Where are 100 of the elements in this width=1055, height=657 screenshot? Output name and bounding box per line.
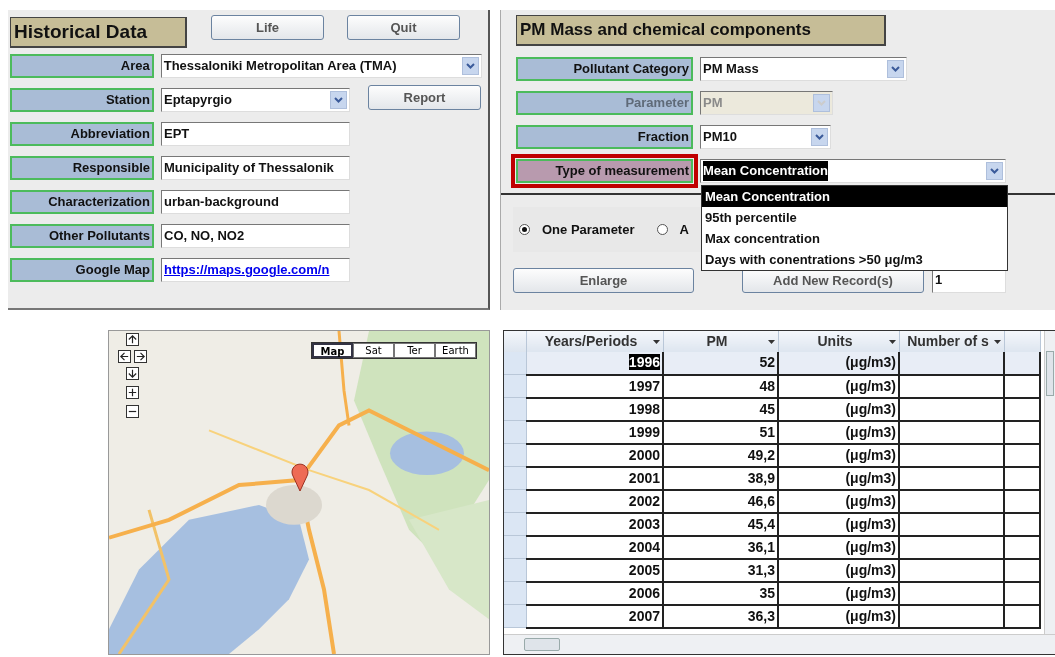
table-cell: 2004: [526, 535, 663, 559]
header-label: Units: [816, 332, 854, 351]
map-type-button[interactable]: Map: [312, 343, 353, 358]
table-cell: 36,1: [663, 535, 778, 559]
form-title: PM Mass and chemical components: [516, 15, 886, 46]
column-header[interactable]: Number of s: [899, 331, 1004, 352]
field-label: Area: [10, 54, 154, 78]
enlarge-button[interactable]: Enlarge: [513, 268, 694, 293]
text-field[interactable]: urban-background: [161, 190, 350, 214]
zoom-out-icon[interactable]: [126, 405, 139, 418]
select-all-corner[interactable]: [504, 331, 526, 352]
table-cell: (μg/m3): [778, 466, 899, 490]
dropdown-button[interactable]: [462, 57, 479, 75]
dropdown-button[interactable]: [330, 91, 347, 109]
map-pin-icon: [291, 462, 309, 492]
text-field[interactable]: CO, NO, NO2: [161, 224, 350, 248]
arrow-down-icon[interactable]: [126, 367, 139, 380]
table-cell: 1997: [526, 374, 663, 398]
field-label: Characterization: [10, 190, 154, 214]
zoom-in-icon[interactable]: [126, 386, 139, 399]
field-label: Abbreviation: [10, 122, 154, 146]
row-selector[interactable]: [504, 443, 526, 467]
dropdown-field[interactable]: PM Mass: [700, 57, 907, 81]
sort-arrow-icon[interactable]: [767, 339, 775, 344]
header-label: Years/Periods: [543, 332, 639, 351]
table-cell: (μg/m3): [778, 374, 899, 398]
column-header[interactable]: PM: [663, 331, 778, 352]
dropdown-option[interactable]: Max concentration: [702, 228, 1007, 249]
column-header[interactable]: Years/Periods: [526, 331, 663, 352]
sort-arrow-icon[interactable]: [993, 339, 1001, 344]
report-button[interactable]: Report: [368, 85, 481, 110]
map-type-button[interactable]: Ter: [394, 343, 435, 358]
dropdown-button[interactable]: [811, 128, 828, 146]
table-cell: (μg/m3): [778, 535, 899, 559]
text-field[interactable]: EPT: [161, 122, 350, 146]
row-selector[interactable]: [504, 397, 526, 421]
table-cell: 31,3: [663, 558, 778, 582]
header-label: PM: [705, 332, 729, 351]
row-selector[interactable]: [504, 420, 526, 444]
horizontal-scrollbar[interactable]: [504, 634, 1055, 654]
row-selector[interactable]: [504, 489, 526, 513]
table-cell: 2007: [526, 604, 663, 628]
sort-arrow-icon[interactable]: [888, 339, 896, 344]
dropdown-option[interactable]: Days with conentrations >50 μg/m3: [702, 249, 1007, 270]
dropdown-button[interactable]: [986, 162, 1003, 180]
table-cell: 35: [663, 581, 778, 605]
map-type-button[interactable]: Sat: [353, 343, 394, 358]
sort-arrow-icon[interactable]: [652, 339, 660, 344]
field-label: Station: [10, 88, 154, 112]
table-cell: 46,6: [663, 489, 778, 513]
table-cell: 1999: [526, 420, 663, 444]
row-selector[interactable]: [504, 466, 526, 490]
table-cell: 2005: [526, 558, 663, 582]
map-type-button[interactable]: Earth: [435, 343, 476, 358]
table-cell: 51: [663, 420, 778, 444]
table-cell: 49,2: [663, 443, 778, 467]
table-cell: 38,9: [663, 466, 778, 490]
radio-option[interactable]: A: [656, 219, 689, 240]
table-cell: 52: [663, 352, 778, 375]
field-label: Other Pollutants: [10, 224, 154, 248]
dropdown-field[interactable]: PM10: [700, 125, 831, 149]
row-selector[interactable]: [504, 604, 526, 628]
dropdown-option[interactable]: 95th percentile: [702, 207, 1007, 228]
table-cell: 2001: [526, 466, 663, 490]
row-selector[interactable]: [504, 535, 526, 559]
table-cell: (μg/m3): [778, 604, 899, 628]
table-cell: (μg/m3): [778, 352, 899, 375]
table-cell: 2006: [526, 581, 663, 605]
table-cell: (μg/m3): [778, 512, 899, 536]
dropdown-option[interactable]: Mean Concentration: [702, 186, 1007, 207]
table-cell: 36,3: [663, 604, 778, 628]
dropdown-field[interactable]: Eptapyrgio: [161, 88, 350, 112]
text-field[interactable]: Municipality of Thessalonik: [161, 156, 350, 180]
life-button[interactable]: Life: [211, 15, 324, 40]
dropdown-field[interactable]: Thessaloniki Metropolitan Area (TMA): [160, 54, 482, 78]
row-selector[interactable]: [504, 558, 526, 582]
table-cell: 2000: [526, 443, 663, 467]
row-selector[interactable]: [504, 512, 526, 536]
row-selector[interactable]: [504, 352, 526, 375]
column-header[interactable]: Units: [778, 331, 899, 352]
field-label: Fraction: [516, 125, 693, 149]
arrow-right-icon[interactable]: [134, 350, 147, 363]
dropdown-field[interactable]: Mean Concentration: [700, 159, 1006, 183]
table-cell: 2002: [526, 489, 663, 513]
field-label: Pollutant Category: [516, 57, 693, 81]
quit-button[interactable]: Quit: [347, 15, 460, 40]
arrow-left-icon[interactable]: [118, 350, 131, 363]
table-cell: 45,4: [663, 512, 778, 536]
table-cell: (μg/m3): [778, 420, 899, 444]
table-cell: (μg/m3): [778, 558, 899, 582]
arrow-up-icon[interactable]: [126, 333, 139, 346]
field-label: Responsible: [10, 156, 154, 180]
row-selector[interactable]: [504, 374, 526, 398]
table-cell: 48: [663, 374, 778, 398]
table-cell: 1998: [526, 397, 663, 421]
row-selector[interactable]: [504, 581, 526, 605]
dropdown-button[interactable]: [887, 60, 904, 78]
radio-option[interactable]: One Parameter: [519, 219, 635, 240]
vertical-scrollbar[interactable]: [1044, 331, 1055, 634]
form-title: Historical Data: [10, 17, 187, 48]
